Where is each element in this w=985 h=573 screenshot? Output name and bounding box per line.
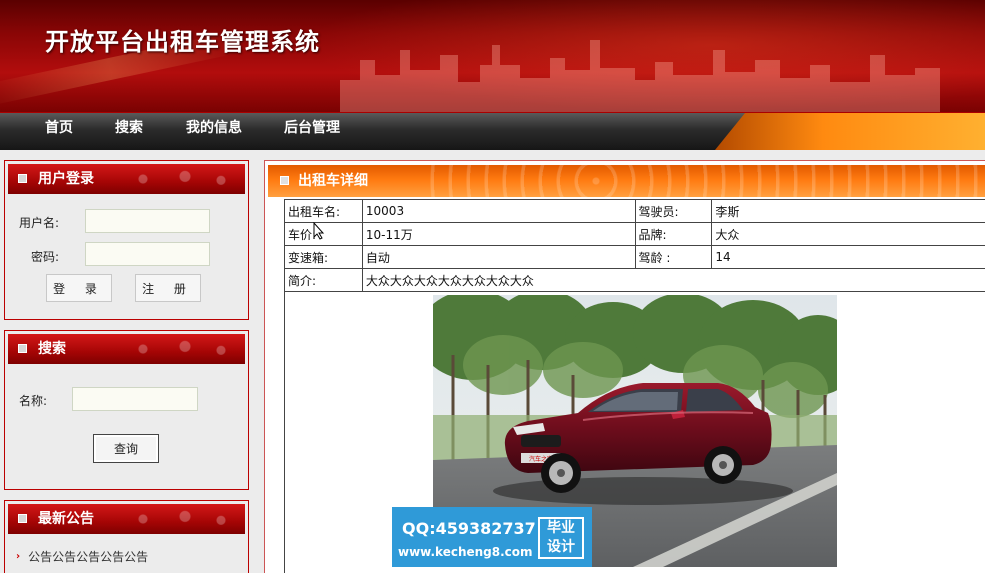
notice-panel-title: 最新公告 <box>38 511 94 527</box>
detail-table: 出租车名: 10003 驾驶员: 李斯 车价: 10-11万 品牌: 大众 变速… <box>284 199 985 292</box>
notice-item[interactable]: › 公告公告公告公告公告 <box>16 548 148 565</box>
intro-value: 大众大众大众大众大众大众大众 <box>361 268 985 292</box>
table-row: 变速箱: 自动 驾龄 : 14 <box>284 245 985 269</box>
notice-item-text: 公告公告公告公告公告 <box>28 550 149 564</box>
cell-label: 变速箱: <box>284 245 363 269</box>
cell-value: 14 <box>711 245 985 269</box>
nav-home[interactable]: 首页 <box>45 113 73 150</box>
skyline-decoration <box>340 40 940 112</box>
table-row: 出租车名: 10003 驾驶员: 李斯 <box>284 199 985 223</box>
search-panel-header: 搜索 <box>8 334 245 364</box>
chevron-right-icon: › <box>16 551 21 562</box>
watermark-qq: QQ:459382737 <box>402 519 536 538</box>
password-input[interactable] <box>85 242 210 266</box>
search-panel: 搜索 名称: 查询 <box>4 330 249 490</box>
table-row: 车价: 10-11万 品牌: 大众 <box>284 222 985 246</box>
cell-label: 驾龄 : <box>634 245 713 269</box>
username-input[interactable] <box>85 209 210 233</box>
cell-value: 李斯 <box>711 199 985 223</box>
notice-panel: 最新公告 › 公告公告公告公告公告 <box>4 500 249 573</box>
search-name-input[interactable] <box>72 387 198 411</box>
watermark-badge: QQ:459382737 www.kecheng8.com 毕业 设计 <box>392 507 592 567</box>
cell-label: 出租车名: <box>284 199 363 223</box>
name-label: 名称: <box>19 394 48 408</box>
login-panel: 用户登录 用户名: 密码: 登 录 注 册 <box>4 160 249 320</box>
watermark-url: www.kecheng8.com <box>398 545 533 559</box>
detail-title: 出租车详细 <box>298 173 368 189</box>
intro-label: 简介: <box>284 268 363 292</box>
square-bullet-icon <box>18 174 27 183</box>
nav-search[interactable]: 搜索 <box>115 113 143 150</box>
username-label: 用户名: <box>19 216 60 230</box>
square-bullet-icon <box>18 344 27 353</box>
square-bullet-icon <box>18 514 27 523</box>
cell-value: 10003 <box>361 199 636 223</box>
nav-my-info[interactable]: 我的信息 <box>186 113 242 150</box>
main-nav: 首页 搜索 我的信息 后台管理 <box>0 112 985 150</box>
square-bullet-icon <box>280 176 289 185</box>
mouse-cursor-icon <box>313 222 325 240</box>
login-panel-header: 用户登录 <box>8 164 245 194</box>
header-banner: 开放平台出租车管理系统 <box>0 0 985 112</box>
register-button[interactable]: 注 册 <box>135 274 201 302</box>
cell-value: 大众 <box>711 222 985 246</box>
nav-admin[interactable]: 后台管理 <box>284 113 340 150</box>
notice-panel-header: 最新公告 <box>8 504 245 534</box>
app-title: 开放平台出租车管理系统 <box>45 27 320 56</box>
search-panel-title: 搜索 <box>38 341 66 357</box>
cell-value: 10-11万 <box>361 222 636 246</box>
taxi-detail-panel: 出租车详细 出租车名: 10003 驾驶员: 李斯 车价: 10-11万 品牌:… <box>264 160 985 573</box>
watermark-tag: 毕业 设计 <box>538 517 584 559</box>
cell-value: 自动 <box>361 245 636 269</box>
login-button[interactable]: 登 录 <box>46 274 112 302</box>
table-row: 简介: 大众大众大众大众大众大众大众 <box>284 268 985 292</box>
detail-header: 出租车详细 <box>268 165 985 197</box>
login-panel-title: 用户登录 <box>38 171 94 187</box>
cell-label: 品牌: <box>634 222 713 246</box>
watermark-tag-line2: 设计 <box>547 539 575 555</box>
cell-label: 驾驶员: <box>634 199 713 223</box>
query-button[interactable]: 查询 <box>93 434 159 463</box>
password-label: 密码: <box>31 250 60 264</box>
watermark-tag-line1: 毕业 <box>547 520 575 536</box>
